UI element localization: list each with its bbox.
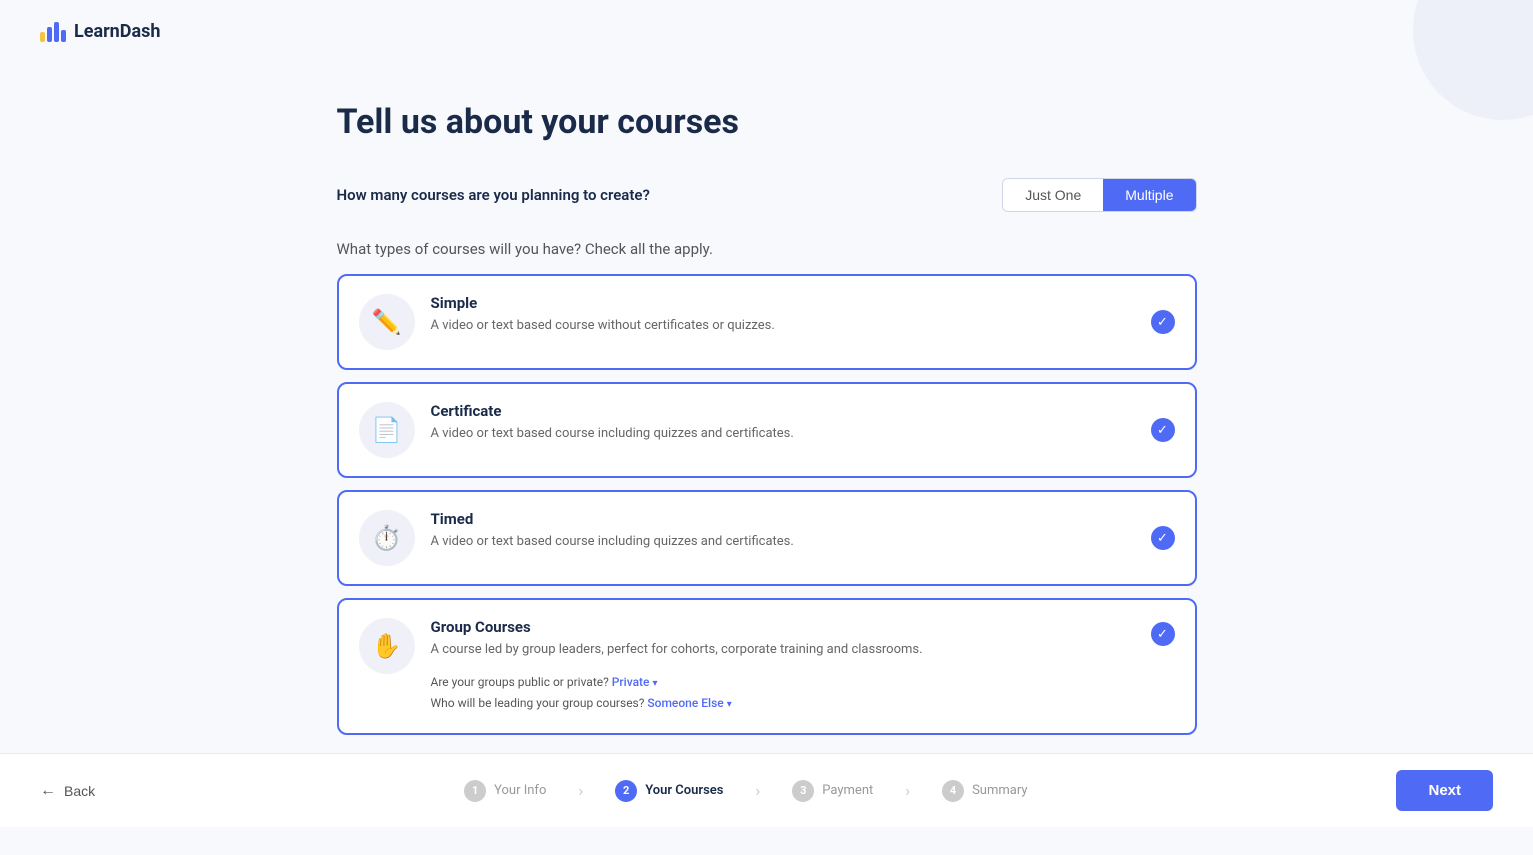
logo: LearnDash xyxy=(40,20,160,42)
group-public-question: Are your groups public or private? Priva… xyxy=(431,672,1175,694)
group-leader-link[interactable]: Someone Else xyxy=(647,696,723,710)
just-one-button[interactable]: Just One xyxy=(1003,179,1103,211)
timed-title: Timed xyxy=(431,510,1175,528)
group-desc: A course led by group leaders, perfect f… xyxy=(431,640,1175,660)
logo-bar-3 xyxy=(54,22,59,42)
step-divider-1: › xyxy=(578,781,583,800)
simple-card[interactable]: ✏️ Simple A video or text based course w… xyxy=(337,274,1197,370)
timed-card[interactable]: ⏱️ Timed A video or text based course in… xyxy=(337,490,1197,586)
certificate-content: Certificate A video or text based course… xyxy=(431,402,1175,444)
step-4: 4 Summary xyxy=(942,780,1027,802)
group-card[interactable]: ✋ Group Courses A course led by group le… xyxy=(337,598,1197,735)
back-label: Back xyxy=(64,783,95,799)
timed-check: ✓ xyxy=(1151,526,1175,550)
step-3-label: Payment xyxy=(822,783,873,798)
footer: ← Back 1 Your Info › 2 Your Courses › 3 … xyxy=(0,753,1533,827)
group-title: Group Courses xyxy=(431,618,1175,636)
logo-bar-1 xyxy=(40,32,45,42)
logo-text: LearnDash xyxy=(74,21,160,42)
group-check: ✓ xyxy=(1151,622,1175,646)
step-2-label: Your Courses xyxy=(645,783,723,798)
timed-icon: ⏱️ xyxy=(359,510,415,566)
decorative-circle xyxy=(1413,0,1533,120)
step-divider-3: › xyxy=(905,781,910,800)
main-content: Tell us about your courses How many cour… xyxy=(317,62,1217,855)
course-cards-list: ✏️ Simple A video or text based course w… xyxy=(337,274,1197,735)
logo-bar-2 xyxy=(47,27,52,42)
simple-content: Simple A video or text based course with… xyxy=(431,294,1175,336)
group-content: Group Courses A course led by group lead… xyxy=(431,618,1175,715)
step-1-number: 1 xyxy=(464,780,486,802)
steps-indicator: 1 Your Info › 2 Your Courses › 3 Payment… xyxy=(464,780,1027,802)
back-button[interactable]: ← Back xyxy=(40,782,95,800)
group-extra: Are your groups public or private? Priva… xyxy=(431,672,1175,715)
logo-icon xyxy=(40,20,66,42)
step-2-number: 2 xyxy=(615,780,637,802)
question-1-row: How many courses are you planning to cre… xyxy=(337,178,1197,212)
step-3-number: 3 xyxy=(792,780,814,802)
question-2-label: What types of courses will you have? Che… xyxy=(337,240,1197,258)
logo-bar-4 xyxy=(61,30,66,42)
certificate-check: ✓ xyxy=(1151,418,1175,442)
private-dropdown-arrow: ▾ xyxy=(652,678,657,689)
page-title: Tell us about your courses xyxy=(337,102,1197,142)
certificate-icon: 📄 xyxy=(359,402,415,458)
leader-dropdown-arrow: ▾ xyxy=(727,699,732,710)
course-count-toggle: Just One Multiple xyxy=(1002,178,1196,212)
step-2: 2 Your Courses xyxy=(615,780,723,802)
certificate-desc: A video or text based course including q… xyxy=(431,424,1175,444)
step-4-number: 4 xyxy=(942,780,964,802)
group-leader-question: Who will be leading your group courses? … xyxy=(431,693,1175,715)
next-button[interactable]: Next xyxy=(1396,770,1493,811)
header: LearnDash xyxy=(0,0,1533,62)
step-1: 1 Your Info xyxy=(464,780,546,802)
group-private-link[interactable]: Private xyxy=(612,675,650,689)
step-1-label: Your Info xyxy=(494,783,546,798)
step-4-label: Summary xyxy=(972,783,1027,798)
certificate-title: Certificate xyxy=(431,402,1175,420)
back-arrow-icon: ← xyxy=(40,782,56,800)
timed-content: Timed A video or text based course inclu… xyxy=(431,510,1175,552)
step-divider-2: › xyxy=(755,781,760,800)
step-3: 3 Payment xyxy=(792,780,873,802)
simple-check: ✓ xyxy=(1151,310,1175,334)
certificate-card[interactable]: 📄 Certificate A video or text based cour… xyxy=(337,382,1197,478)
simple-desc: A video or text based course without cer… xyxy=(431,316,1175,336)
simple-icon: ✏️ xyxy=(359,294,415,350)
group-icon: ✋ xyxy=(359,618,415,674)
timed-desc: A video or text based course including q… xyxy=(431,532,1175,552)
multiple-button[interactable]: Multiple xyxy=(1103,179,1195,211)
question-1-label: How many courses are you planning to cre… xyxy=(337,186,650,204)
simple-title: Simple xyxy=(431,294,1175,312)
